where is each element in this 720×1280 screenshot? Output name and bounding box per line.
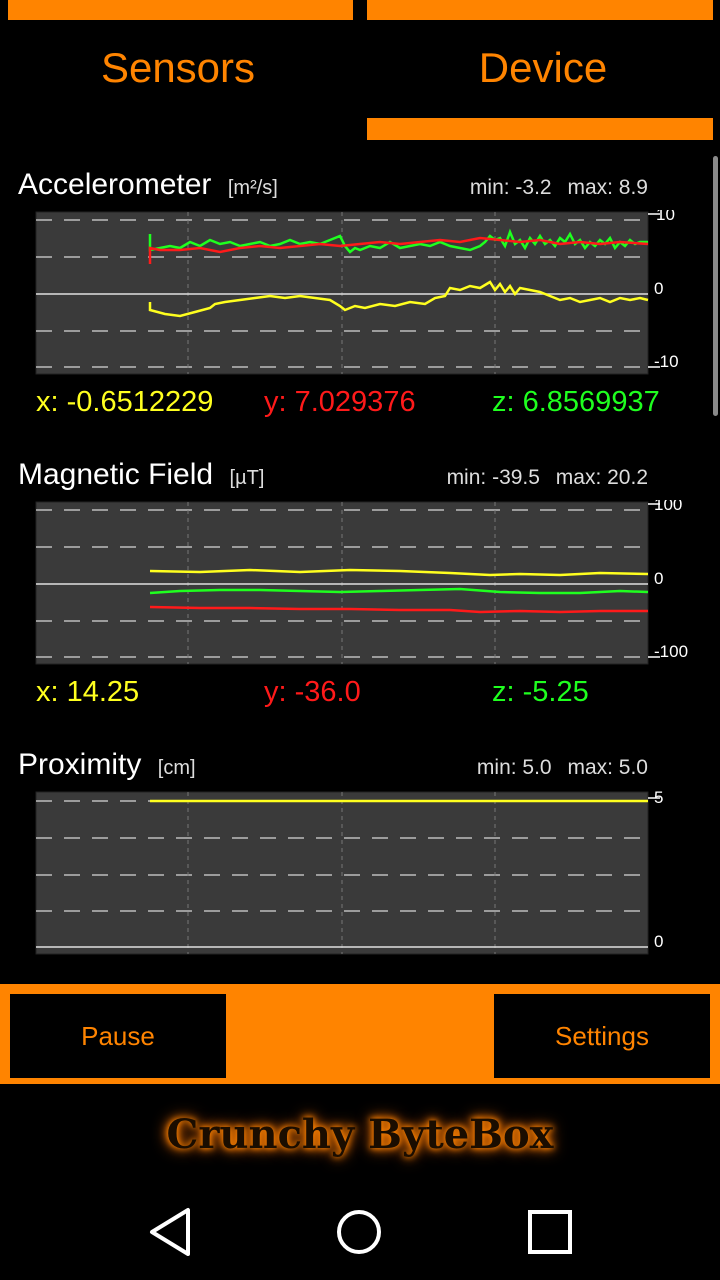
tab-sensors-indicator xyxy=(8,0,353,20)
sensor-values: x: -0.6512229 y: 7.029376 z: 6.8569937 xyxy=(0,386,720,426)
sensor-min: min: -3.2 xyxy=(469,176,552,199)
sensor-values: x: 14.25 y: -36.0 z: -5.25 xyxy=(0,676,720,716)
sensor-header: Accelerometer [m²/s] min: -3.2 max: 8.9 xyxy=(18,168,658,208)
sensor-header: Magnetic Field [µT] min: -39.5 max: 20.2 xyxy=(18,458,658,498)
axis-min-label: -100 xyxy=(654,642,688,661)
magnetic-field-graph-svg: 100 0 -100 xyxy=(35,500,688,665)
brand-logo: Crunchy ByteBox xyxy=(166,1111,554,1158)
accelerometer-graph-svg: 10 0 -10 xyxy=(35,210,679,375)
control-bar: Pause Settings xyxy=(0,984,720,1084)
axis-zero-label: 0 xyxy=(654,569,663,588)
sensor-accelerometer: Accelerometer [m²/s] min: -3.2 max: 8.9 xyxy=(0,150,720,440)
tab-bar: Sensors Device xyxy=(0,0,720,150)
tab-device-label: Device xyxy=(478,44,608,91)
sensor-magnetic-field: Magnetic Field [µT] min: -39.5 max: 20.2 xyxy=(0,440,720,730)
home-circle-icon[interactable] xyxy=(329,1204,389,1260)
accelerometer-graph: 10 0 -10 xyxy=(0,210,720,378)
proximity-graph-svg: 5 0 xyxy=(35,790,663,955)
tab-sensors-label: Sensors xyxy=(100,44,256,91)
sensor-min: min: 5.0 xyxy=(476,756,552,779)
sensor-unit: [cm] xyxy=(157,757,196,779)
value-x: x: -0.6512229 xyxy=(36,386,214,418)
axis-max-label: 5 xyxy=(654,790,663,807)
value-y: y: -36.0 xyxy=(264,676,361,708)
axis-min-label: -10 xyxy=(654,352,679,371)
sensor-range: min: -39.5 max: 20.2 xyxy=(447,466,648,490)
settings-button[interactable]: Settings xyxy=(494,994,710,1078)
recents-square-icon[interactable] xyxy=(520,1204,580,1260)
sensor-range: min: -3.2 max: 8.9 xyxy=(470,176,648,200)
magnetic-field-graph: 100 0 -100 xyxy=(0,500,720,668)
value-z: z: -5.25 xyxy=(492,676,589,708)
tab-device-indicator xyxy=(367,0,713,20)
axis-max-label: 100 xyxy=(654,500,682,514)
navigation-bar xyxy=(0,1180,720,1280)
proximity-graph: 5 0 xyxy=(0,790,720,958)
axis-zero-label: 0 xyxy=(654,279,663,298)
sensor-name: Proximity xyxy=(18,748,142,781)
sensor-unit: [µT] xyxy=(229,467,265,489)
sensor-name: Magnetic Field xyxy=(18,458,214,491)
sensor-unit: [m²/s] xyxy=(227,177,278,199)
sensor-min: min: -39.5 xyxy=(446,466,540,489)
value-x: x: 14.25 xyxy=(36,676,140,708)
tab-device-selected-indicator xyxy=(367,118,713,140)
tab-device[interactable]: Device xyxy=(366,0,720,150)
tab-sensors[interactable]: Sensors xyxy=(0,0,356,150)
pause-button[interactable]: Pause xyxy=(10,994,226,1078)
sensor-name: Accelerometer xyxy=(18,168,212,201)
back-triangle-icon[interactable] xyxy=(140,1204,200,1260)
axis-zero-label: 0 xyxy=(654,932,663,951)
value-y: y: 7.029376 xyxy=(264,386,416,418)
axis-max-label: 10 xyxy=(656,210,675,224)
sensor-list[interactable]: Accelerometer [m²/s] min: -3.2 max: 8.9 xyxy=(0,150,720,980)
sensor-max: max: 8.9 xyxy=(567,176,648,199)
sensor-max: max: 20.2 xyxy=(555,466,648,489)
sensor-range: min: 5.0 max: 5.0 xyxy=(477,756,648,780)
sensor-proximity: Proximity [cm] min: 5.0 max: 5.0 5 0 xyxy=(0,730,720,980)
sensor-max: max: 5.0 xyxy=(567,756,648,779)
value-z: z: 6.8569937 xyxy=(492,386,660,418)
sensor-header: Proximity [cm] min: 5.0 max: 5.0 xyxy=(18,748,658,788)
